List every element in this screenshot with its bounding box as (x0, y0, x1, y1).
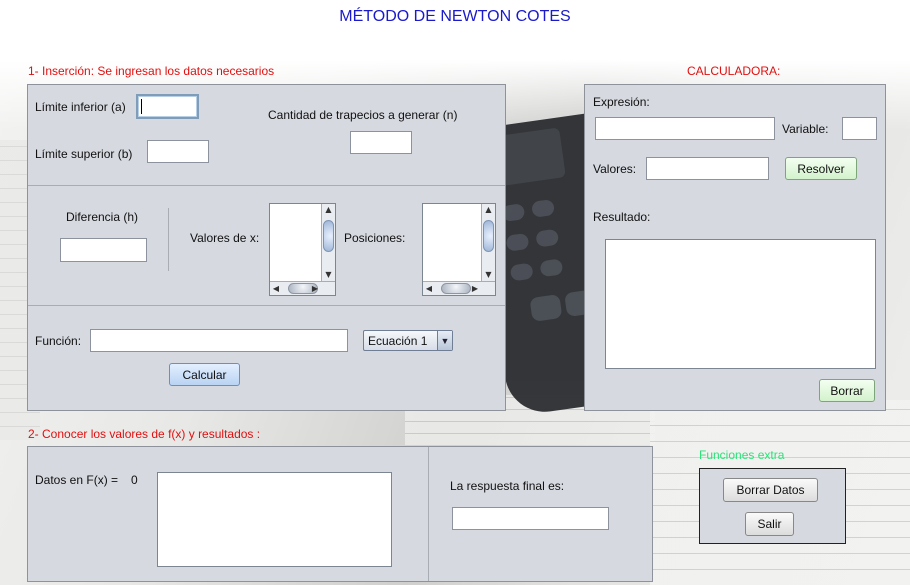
ecuacion-selected-value: Ecuación 1 (368, 333, 428, 348)
scroll-thumb[interactable] (441, 283, 471, 294)
variable-input[interactable] (842, 117, 877, 140)
limite-superior-input[interactable] (147, 140, 209, 163)
datos-fx-count: 0 (131, 473, 138, 487)
extras-header: Funciones extra (699, 448, 785, 462)
ecuacion-select[interactable]: Ecuación 1 ▼ (363, 330, 453, 351)
diferencia-label: Diferencia (h) (66, 210, 139, 224)
section2-header: 2- Conocer los valores de f(x) y resulta… (28, 427, 261, 441)
vertical-scrollbar[interactable]: ▲ ▼ (321, 204, 335, 281)
extras-panel: Borrar Datos Salir (699, 468, 846, 544)
results-panel: Datos en F(x) = 0 La respuesta final es: (27, 446, 653, 582)
divider (168, 208, 169, 271)
scroll-down-icon[interactable]: ▼ (322, 269, 335, 281)
limite-superior-label: Límite superior (b) (35, 147, 133, 161)
scroll-left-icon[interactable]: ◀ (423, 282, 435, 295)
posiciones-label: Posiciones: (344, 231, 406, 245)
input-panel: Límite inferior (a) Límite superior (b) … (27, 84, 506, 411)
calculadora-panel: Expresión: Variable: Valores: Resolver R… (584, 84, 886, 411)
expresion-label: Expresión: (593, 95, 650, 109)
borrar-button[interactable]: Borrar (819, 379, 875, 402)
scroll-thumb[interactable] (483, 220, 494, 252)
borrar-datos-button[interactable]: Borrar Datos (723, 478, 818, 502)
datos-fx-textarea[interactable] (157, 472, 392, 567)
valores-input[interactable] (646, 157, 769, 180)
valores-label: Valores: (593, 162, 637, 176)
limite-inferior-label: Límite inferior (a) (35, 100, 126, 114)
scroll-left-icon[interactable]: ◀ (270, 282, 282, 295)
respuesta-input[interactable] (452, 507, 609, 530)
trapecios-label: Cantidad de trapecios a generar (n) (268, 108, 458, 122)
diferencia-input[interactable] (60, 238, 147, 262)
calculadora-header: CALCULADORA: (687, 64, 781, 78)
variable-label: Variable: (782, 122, 829, 136)
expresion-input[interactable] (595, 117, 775, 140)
resultado-textarea[interactable] (605, 239, 876, 369)
horizontal-scrollbar[interactable]: ◀ ▶ (423, 281, 495, 295)
resolver-button[interactable]: Resolver (785, 157, 857, 180)
trapecios-input[interactable] (350, 131, 412, 154)
horizontal-scrollbar[interactable]: ◀ ▶ (270, 281, 335, 295)
page-title: MÉTODO DE NEWTON COTES (339, 8, 571, 25)
divider (428, 447, 429, 581)
scroll-up-icon[interactable]: ▲ (322, 204, 335, 216)
funcion-input[interactable] (90, 329, 348, 352)
calcular-button[interactable]: Calcular (169, 363, 240, 386)
valores-x-label: Valores de x: (190, 231, 260, 245)
valores-x-list[interactable]: ▲ ▼ ◀ ▶ (269, 203, 336, 296)
scroll-right-icon[interactable]: ▶ (469, 282, 481, 295)
scroll-thumb[interactable] (323, 220, 334, 252)
chevron-down-icon[interactable]: ▼ (437, 331, 452, 350)
text-caret (141, 99, 142, 114)
divider (28, 305, 505, 306)
salir-button[interactable]: Salir (745, 512, 794, 536)
scroll-down-icon[interactable]: ▼ (482, 269, 495, 281)
respuesta-label: La respuesta final es: (450, 479, 565, 493)
vertical-scrollbar[interactable]: ▲ ▼ (481, 204, 495, 281)
section1-header: 1- Inserción: Se ingresan los datos nece… (28, 64, 275, 78)
funcion-label: Función: (35, 334, 82, 348)
scroll-up-icon[interactable]: ▲ (482, 204, 495, 216)
posiciones-list[interactable]: ▲ ▼ ◀ ▶ (422, 203, 496, 296)
divider (28, 185, 505, 186)
resultado-label: Resultado: (593, 210, 651, 224)
scroll-right-icon[interactable]: ▶ (309, 282, 321, 295)
limite-inferior-input[interactable] (136, 94, 199, 119)
datos-fx-label: Datos en F(x) = (35, 473, 119, 487)
